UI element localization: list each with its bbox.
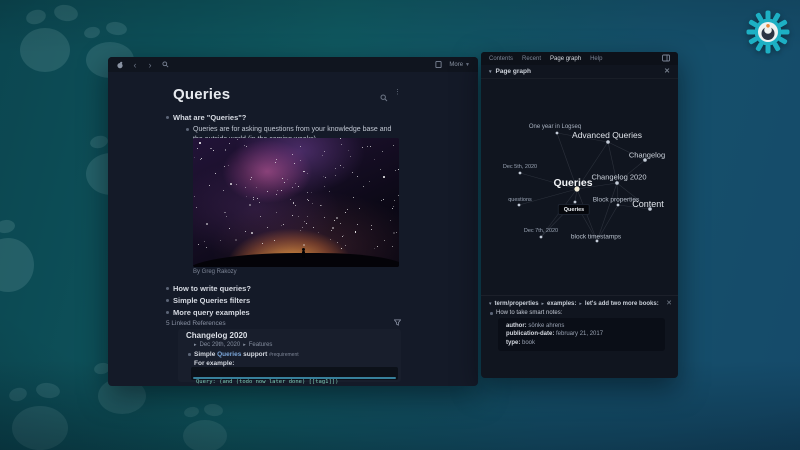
graph-node-dot (518, 204, 521, 207)
image-caption: By Greg Rakozy (193, 269, 237, 275)
collapse-arrow-icon[interactable]: ▾ (489, 69, 492, 75)
graph-node-dot (556, 132, 559, 135)
graph-node-dot (519, 172, 522, 175)
ref-block-line[interactable]: For example: (194, 360, 234, 367)
graph-node-label[interactable]: Dec 5th, 2020 (503, 164, 537, 170)
logseq-right-sidebar: Contents Recent Page graph Help ▾ Page g… (481, 52, 678, 378)
toggle-right-sidebar-icon[interactable] (662, 54, 670, 64)
sidebar-tabbar: Contents Recent Page graph Help (481, 52, 678, 65)
kebab-menu-icon[interactable]: ⋮ (394, 89, 401, 107)
graph-node-dot (574, 201, 577, 204)
main-titlebar: ‹ › More▼ (108, 57, 478, 72)
page-search-icon[interactable] (380, 89, 388, 107)
outline-item[interactable]: Simple Queries filters (173, 296, 250, 305)
linked-reference-card: Changelog 2020 ▸ Dec 29th, 2020 ▸ Featur… (178, 329, 401, 382)
close-icon[interactable]: ✕ (664, 68, 670, 75)
block-properties-box: author: sönke ahrens publication-date: f… (498, 318, 665, 351)
graph-node-label[interactable]: questions (508, 197, 532, 203)
graph-node-dot (617, 204, 620, 207)
filter-icon[interactable] (394, 319, 401, 328)
page-graph-canvas[interactable]: One year in LogseqAdvanced QueriesChange… (481, 79, 678, 295)
graph-node-label[interactable]: Changelog 2020 (591, 173, 646, 182)
chevron-down-icon: ▼ (465, 62, 470, 68)
close-icon[interactable]: ✕ (666, 300, 672, 307)
outline-item[interactable]: More query examples (173, 308, 250, 317)
graph-node-tooltip: Queries (558, 204, 590, 215)
search-icon[interactable] (161, 61, 169, 69)
outline-item[interactable]: How to write queries? (173, 284, 251, 293)
bullet-icon[interactable] (166, 287, 169, 290)
bullet-icon[interactable] (166, 116, 169, 119)
bullet-icon[interactable] (166, 311, 169, 314)
bullet-icon[interactable] (490, 312, 493, 315)
ref-page-title[interactable]: Changelog 2020 (186, 331, 247, 340)
collapse-arrow-icon[interactable]: ▾ (489, 301, 492, 307)
graph-node-label[interactable]: Queries (553, 177, 592, 189)
logseq-gear-badge (745, 9, 791, 55)
tab-contents[interactable]: Contents (489, 56, 513, 62)
graph-node-dot (540, 236, 543, 239)
breadcrumb-arrow-icon: ▸ (579, 301, 582, 307)
block-breadcrumb[interactable]: ▾ term/properties ▸ examples: ▸ let's ad… (489, 301, 662, 307)
photo-person-silhouette (302, 251, 304, 258)
property-line: author: sönke ahrens (506, 322, 657, 330)
logseq-logo-icon[interactable] (116, 61, 124, 69)
graph-node-label[interactable]: Dec 7th, 2020 (524, 228, 558, 234)
logseq-main-window: ‹ › More▼ Queries ⋮ What are "Queries"? (108, 57, 478, 386)
property-line: type: book (506, 339, 657, 347)
graph-node-label[interactable]: Changelog (629, 151, 665, 160)
outline-item[interactable]: What are "Queries"? (173, 113, 246, 122)
photo-horizon (193, 253, 399, 267)
ref-breadcrumb[interactable]: ▸ Dec 29th, 2020 ▸ Features (194, 342, 272, 348)
nav-forward-icon[interactable]: › (146, 61, 154, 69)
page-title: Queries (173, 86, 230, 103)
tab-recent[interactable]: Recent (522, 56, 541, 62)
breadcrumb-arrow-icon: ▸ (243, 342, 246, 348)
query-code-block[interactable]: Query: (and (todo now later done) [[tag1… (191, 367, 398, 380)
graph-node-dot (606, 140, 610, 144)
breadcrumb-arrow-icon: ▸ (194, 342, 197, 348)
sidebar-bottom-section: ▾ term/properties ▸ examples: ▸ let's ad… (481, 295, 678, 378)
graph-node-label[interactable]: block timestamps (571, 234, 621, 241)
tab-page-graph[interactable]: Page graph (550, 56, 581, 62)
outline-item[interactable]: How to take smart notes: (496, 310, 562, 316)
horizontal-scrollbar[interactable] (193, 377, 396, 380)
page-reference-link[interactable]: Queries (217, 351, 241, 358)
graph-node-dot (615, 181, 619, 185)
bullet-icon[interactable] (166, 299, 169, 302)
page-graph-section-header[interactable]: ▾ Page graph ✕ (481, 65, 678, 79)
graph-node-label[interactable]: Content (632, 199, 664, 209)
bullet-icon[interactable] (188, 353, 191, 356)
linked-references-header[interactable]: 5 Linked References (166, 319, 401, 328)
tab-help[interactable]: Help (590, 56, 602, 62)
ref-block[interactable]: Simple Queries support #requirement (194, 351, 299, 358)
breadcrumb-arrow-icon: ▸ (542, 301, 545, 307)
nav-back-icon[interactable]: ‹ (131, 61, 139, 69)
graph-node-label[interactable]: Advanced Queries (572, 130, 642, 140)
galaxy-photo[interactable] (193, 138, 399, 267)
more-menu[interactable]: More▼ (449, 62, 470, 68)
property-line: publication-date: february 21, 2017 (506, 330, 657, 338)
bullet-icon[interactable] (186, 128, 189, 131)
journal-icon[interactable] (434, 61, 442, 69)
logo-orange-dot (766, 24, 770, 28)
hashtag[interactable]: #requirement (269, 352, 298, 358)
page-header: Queries ⋮ (173, 86, 401, 107)
